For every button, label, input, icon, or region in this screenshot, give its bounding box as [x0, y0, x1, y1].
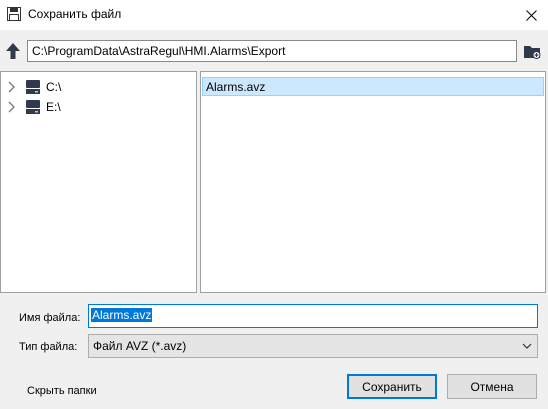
save-button[interactable]: Сохранить	[347, 374, 437, 399]
tree-item-label: C:\	[46, 80, 62, 94]
filetype-select[interactable]: Файл AVZ (*.avz)	[88, 334, 538, 358]
folder-tree[interactable]: C:\ E:\	[0, 71, 197, 293]
window-title: Сохранить файл	[28, 7, 122, 21]
drive-icon	[26, 100, 40, 114]
tree-item-e-drive[interactable]: E:\	[1, 97, 196, 117]
save-icon	[7, 7, 21, 21]
file-list[interactable]: Alarms.avz	[200, 71, 546, 293]
file-item-selected[interactable]: Alarms.avz	[202, 77, 544, 96]
cancel-button[interactable]: Отмена	[447, 374, 537, 399]
file-item-name: Alarms.avz	[206, 80, 266, 94]
title-bar: Сохранить файл	[0, 0, 548, 30]
hide-folders-link[interactable]: Скрыть папки	[27, 385, 97, 397]
tree-item-label: E:\	[46, 100, 61, 114]
chevron-right-icon[interactable]	[7, 101, 17, 113]
path-input[interactable]: C:\ProgramData\AstraRegul\HMI.Alarms\Exp…	[27, 40, 517, 62]
chevron-right-icon[interactable]	[7, 81, 17, 93]
chevron-down-icon	[522, 343, 532, 349]
filetype-value: Файл AVZ (*.avz)	[93, 339, 187, 353]
close-button[interactable]	[514, 0, 548, 30]
up-arrow-icon[interactable]	[5, 42, 21, 60]
tree-item-c-drive[interactable]: C:\	[1, 77, 196, 97]
filename-label: Имя файла:	[19, 312, 81, 324]
filename-value: Alarms.avz	[91, 308, 153, 322]
close-icon	[525, 9, 537, 21]
new-folder-icon[interactable]	[522, 41, 542, 61]
filetype-label: Тип файла:	[19, 341, 78, 353]
filename-input[interactable]: Alarms.avz	[88, 304, 538, 328]
drive-icon	[26, 80, 40, 94]
